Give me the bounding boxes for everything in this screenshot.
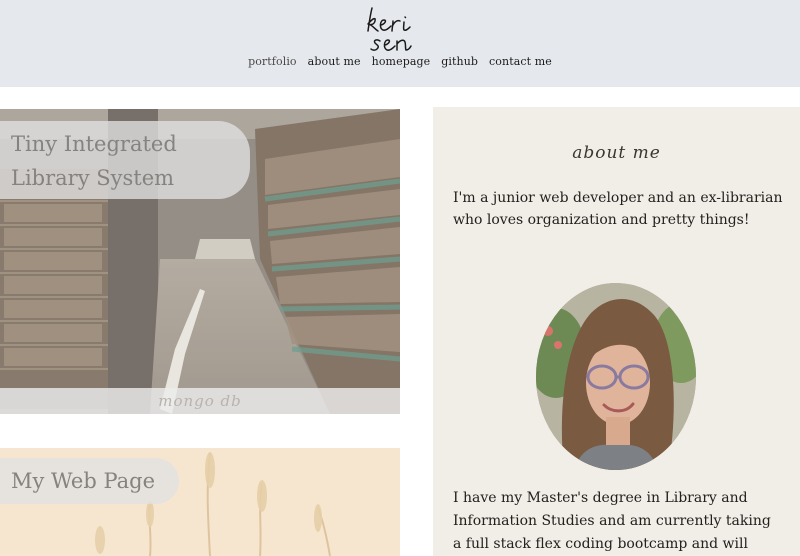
profile-photo <box>536 283 696 470</box>
about-panel: about me I'm a junior web developer and … <box>433 107 800 556</box>
project-title-library[interactable]: Tiny Integrated Library System <box>0 121 250 199</box>
about-heading: about me <box>572 143 661 163</box>
main-nav: portfolio about me homepage github conta… <box>0 54 800 70</box>
nav-link-about-me[interactable]: about me <box>308 54 361 70</box>
project-card-library[interactable]: Tiny Integrated Library System mongo db <box>0 109 400 414</box>
nav-link-contact-me[interactable]: contact me <box>489 54 552 70</box>
logo-script-icon <box>367 7 412 51</box>
project-tech-caption: mongo db <box>0 388 400 414</box>
about-intro: I'm a junior web developer and an ex-lib… <box>453 190 783 228</box>
nav-link-homepage[interactable]: homepage <box>372 54 431 70</box>
nav-link-github[interactable]: github <box>441 54 478 70</box>
nav-link-portfolio[interactable]: portfolio <box>248 54 297 70</box>
about-bio: I have my Master's degree in Library and… <box>453 490 771 552</box>
site-header: portfolio about me homepage github conta… <box>0 0 800 87</box>
site-logo[interactable] <box>364 4 436 54</box>
project-title-web-page[interactable]: My Web Page <box>0 458 180 504</box>
project-card-web-page[interactable]: My Web Page <box>0 448 400 556</box>
